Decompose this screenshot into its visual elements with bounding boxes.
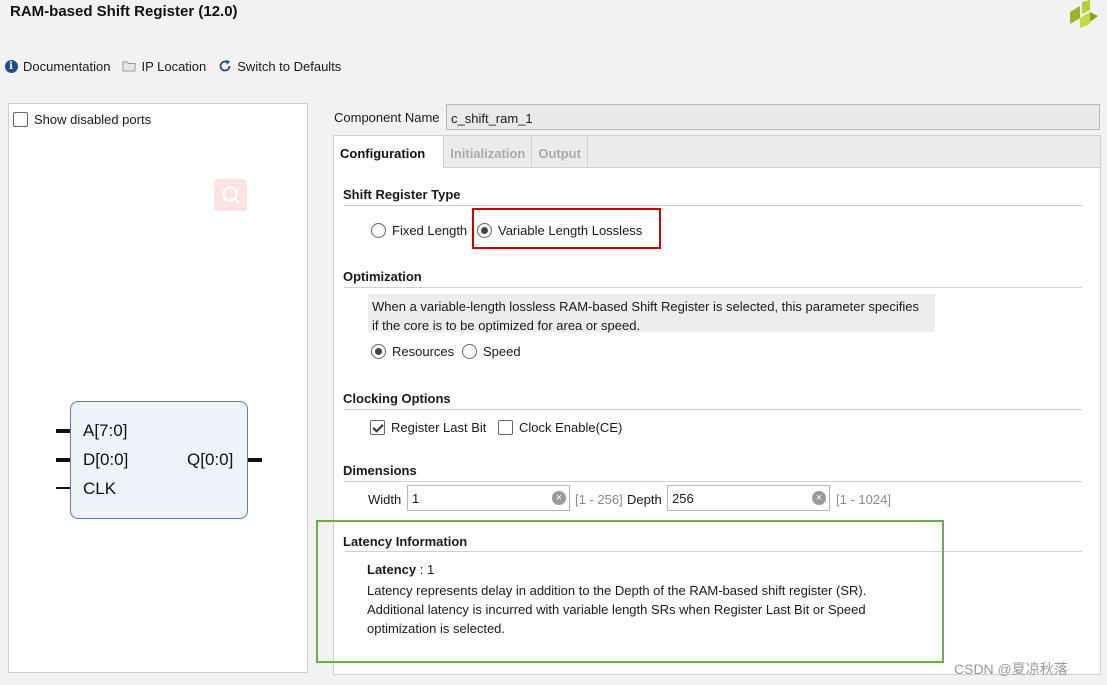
section-divider (344, 409, 1082, 410)
port-a-label: A[7:0] (83, 421, 128, 440)
checkbox-box[interactable] (370, 420, 385, 435)
section-divider (344, 287, 1082, 288)
depth-label: Depth (627, 492, 662, 507)
port-q-pin (248, 458, 262, 462)
ip-location-label: IP Location (141, 58, 207, 74)
variable-length-lossless-label: Variable Length Lossless (498, 223, 643, 238)
component-name-input[interactable]: c_shift_ram_1 (446, 104, 1100, 130)
documentation-label: Documentation (23, 58, 111, 74)
register-last-bit-label: Register Last Bit (391, 420, 487, 435)
port-d-pin (56, 458, 70, 462)
ip-symbol-block: A[7:0] D[0:0] CLK Q[0:0] (70, 401, 248, 519)
show-disabled-ports-checkbox[interactable]: Show disabled ports (13, 112, 151, 127)
dimensions-title: Dimensions (343, 463, 417, 478)
width-input[interactable]: 1 (407, 485, 570, 511)
radio-resources[interactable]: Resources (371, 344, 454, 359)
ip-location-button[interactable]: IP Location (122, 59, 206, 74)
xilinx-logo-icon (1066, 0, 1098, 28)
width-label: Width (368, 492, 402, 507)
radio-circle[interactable] (371, 344, 386, 359)
register-last-bit-checkbox[interactable]: Register Last Bit (370, 420, 486, 435)
folder-icon (122, 59, 136, 73)
clock-enable-checkbox[interactable]: Clock Enable(CE) (498, 420, 622, 435)
optimization-description-line1: When a variable-length lossless RAM-base… (372, 299, 919, 314)
latency-value-row: Latency : 1 (367, 560, 927, 579)
section-divider (344, 205, 1082, 206)
configuration-panel: Configuration Initialization Output Shif… (333, 135, 1101, 675)
tab-bar: Configuration Initialization Output (334, 136, 1100, 168)
clocking-options-title: Clocking Options (343, 391, 451, 406)
port-d-label: D[0:0] (83, 450, 129, 469)
radio-fixed-length[interactable]: Fixed Length (371, 223, 467, 238)
info-icon: i (4, 59, 18, 73)
depth-input[interactable]: 256 (667, 485, 830, 511)
optimization-description-line2: if the core is to be optimized for area … (372, 318, 641, 333)
watermark: CSDN @夏凉秋落 (954, 661, 1068, 677)
clock-enable-label: Clock Enable(CE) (519, 420, 623, 435)
optimization-description: When a variable-length lossless RAM-base… (368, 294, 935, 333)
radio-circle[interactable] (371, 223, 386, 238)
show-disabled-ports-label: Show disabled ports (34, 112, 152, 127)
port-q-label: Q[0:0] (187, 450, 234, 469)
section-divider (344, 551, 1082, 552)
tab-configuration[interactable]: Configuration (334, 136, 445, 168)
resources-label: Resources (392, 344, 455, 359)
documentation-button[interactable]: i Documentation (4, 59, 110, 74)
section-divider (344, 481, 1082, 482)
latency-line1: Latency represents delay in addition to … (367, 583, 867, 598)
clear-width-icon[interactable]: × (552, 491, 566, 505)
refresh-icon (218, 59, 232, 73)
radio-speed[interactable]: Speed (462, 344, 521, 359)
tab-initialization[interactable]: Initialization (444, 136, 533, 167)
speed-label: Speed (483, 344, 521, 359)
latency-label: Latency (367, 562, 417, 577)
latency-line3: optimization is selected. (367, 621, 506, 636)
magnifier-icon (221, 186, 240, 204)
switch-to-defaults-label: Switch to Defaults (237, 58, 342, 74)
port-a-pin (56, 429, 70, 433)
port-clk-pin (56, 487, 70, 489)
zoom-fit-button[interactable] (214, 179, 247, 211)
latency-information-title: Latency Information (343, 534, 468, 549)
depth-range: [1 - 1024] (836, 492, 891, 507)
switch-to-defaults-button[interactable]: Switch to Defaults (218, 59, 341, 74)
fixed-length-label: Fixed Length (392, 223, 468, 238)
checkbox-box[interactable] (498, 420, 513, 435)
clear-depth-icon[interactable]: × (812, 491, 826, 505)
port-clk-label: CLK (83, 479, 117, 498)
toolbar: i Documentation IP Location Switch to De… (4, 56, 353, 76)
component-name-label: Component Name (334, 110, 440, 125)
optimization-title: Optimization (343, 269, 422, 284)
latency-line2: Additional latency is incurred with vari… (367, 602, 866, 617)
radio-variable-length-lossless[interactable]: Variable Length Lossless (477, 223, 642, 238)
tab-output[interactable]: Output (532, 136, 588, 167)
radio-circle[interactable] (462, 344, 477, 359)
width-range: [1 - 256] (575, 492, 623, 507)
shift-register-type-title: Shift Register Type (343, 187, 461, 202)
window-title: RAM-based Shift Register (12.0) (10, 3, 238, 20)
latency-value: : 1 (416, 562, 435, 577)
latency-details: Latency : 1 Latency represents delay in … (367, 560, 927, 638)
radio-circle[interactable] (477, 223, 492, 238)
symbol-panel: Show disabled ports A[7:0] D[0:0] CLK Q[… (8, 103, 308, 673)
checkbox-box[interactable] (13, 112, 28, 127)
